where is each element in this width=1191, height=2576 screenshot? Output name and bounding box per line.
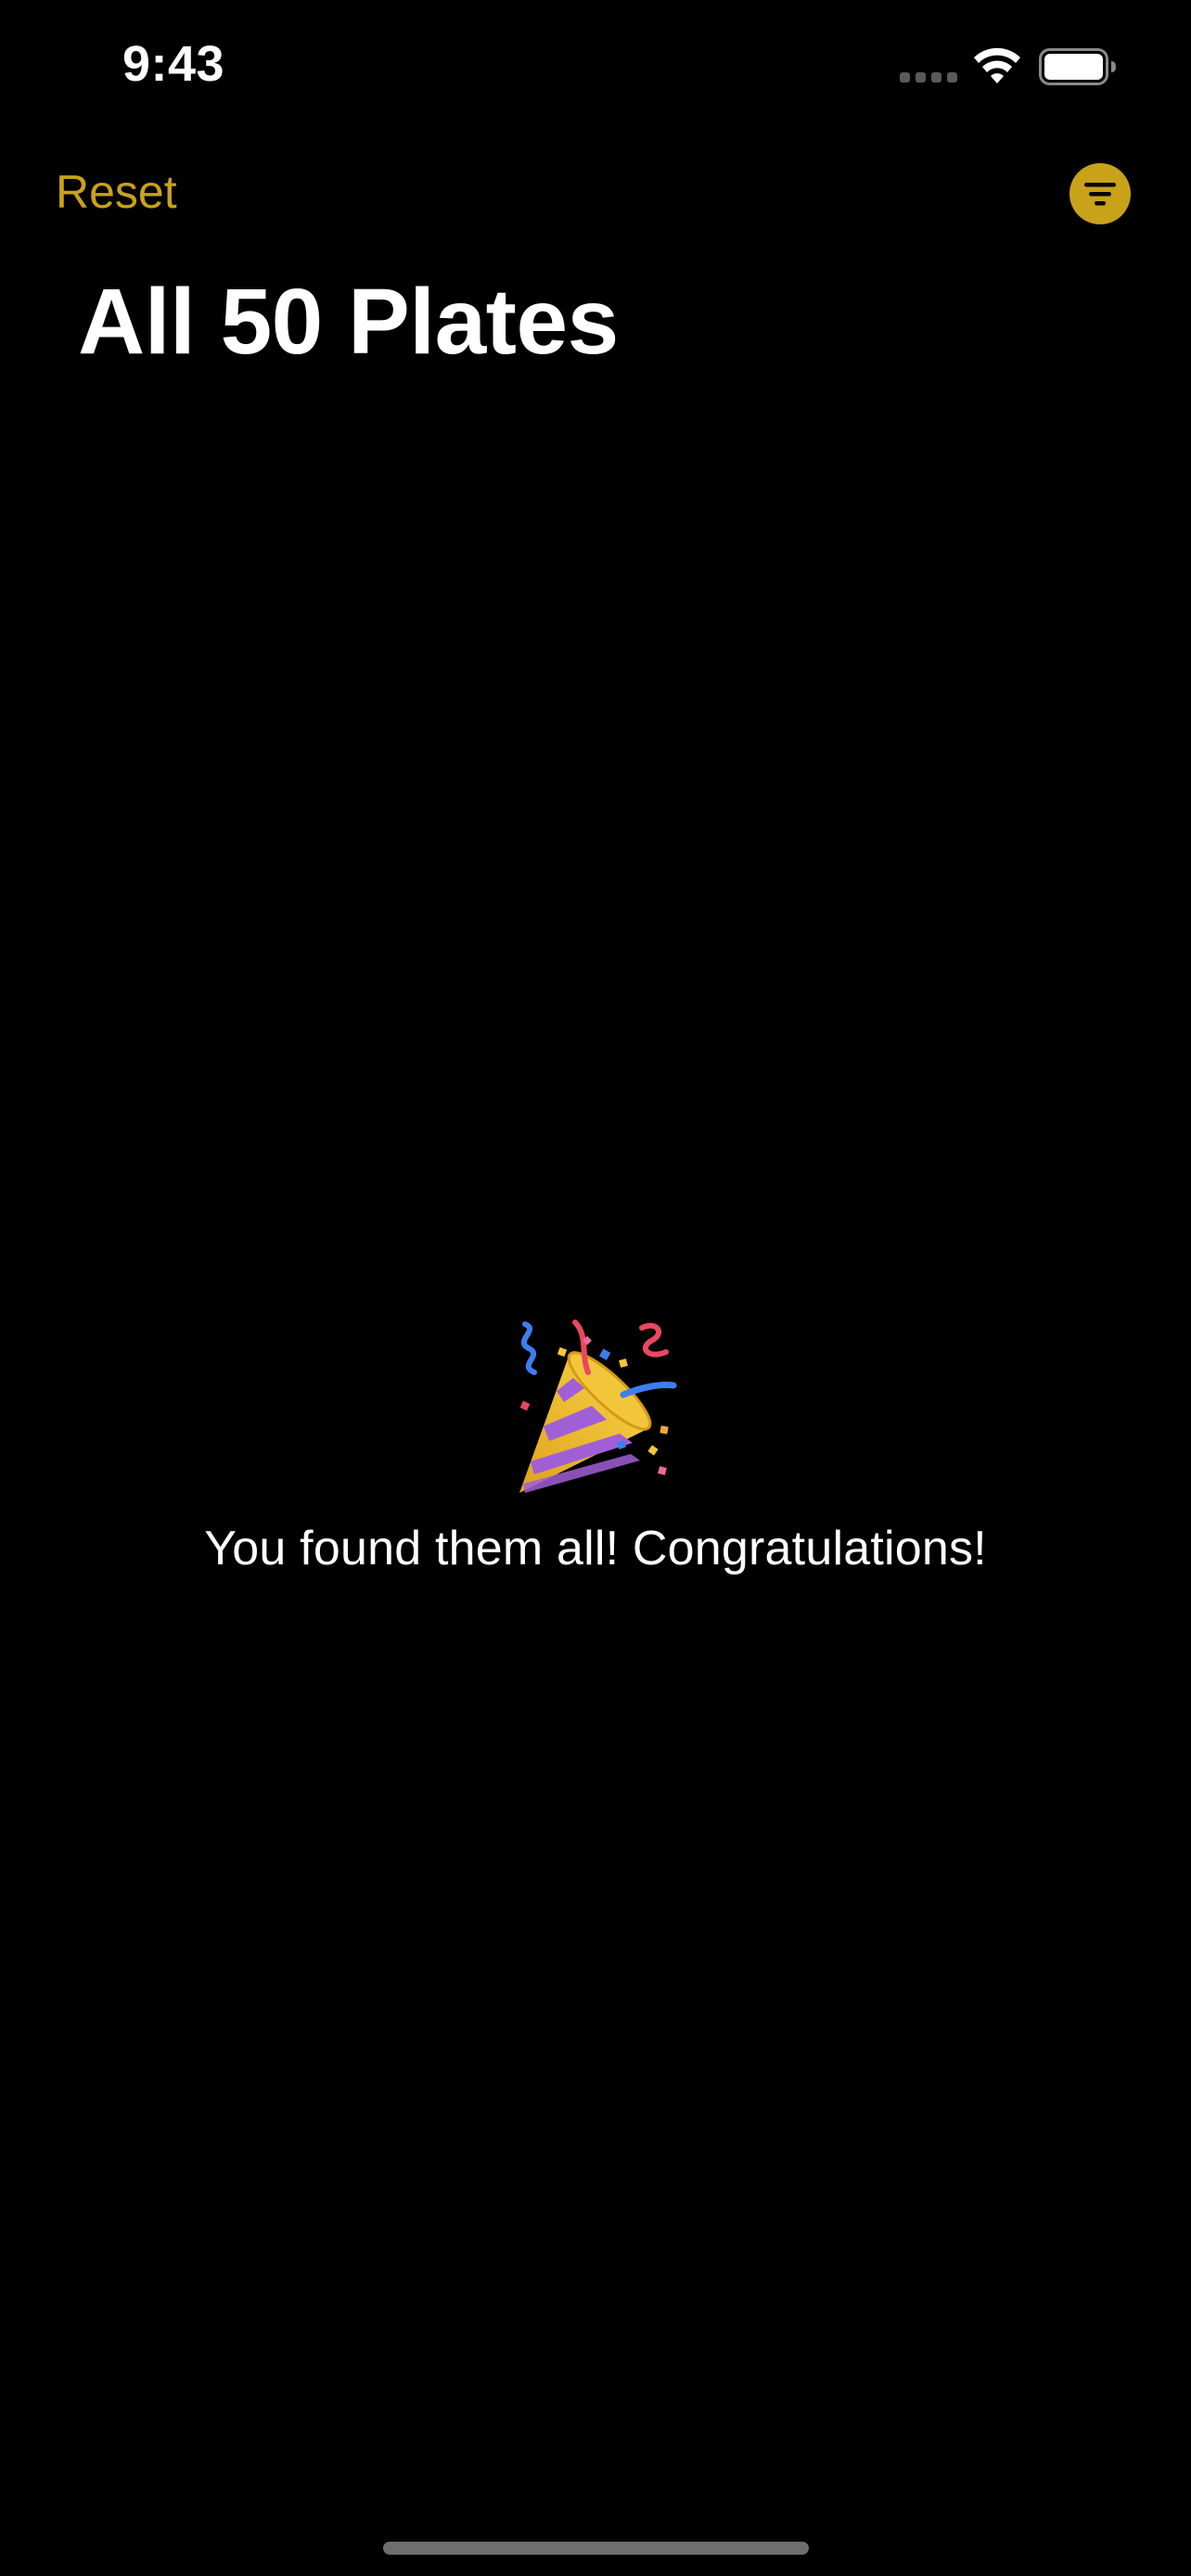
empty-state: You found them all! Congratulations! <box>0 1317 1191 1576</box>
filter-button[interactable] <box>1069 163 1131 224</box>
party-popper-icon <box>519 1320 677 1493</box>
status-bar: 9:43 <box>0 0 1191 130</box>
reset-button[interactable]: Reset <box>56 165 177 219</box>
cellular-signal-icon <box>900 72 959 83</box>
wifi-icon <box>974 47 1020 83</box>
home-indicator[interactable] <box>383 2542 809 2555</box>
battery-icon <box>1039 48 1116 85</box>
navigation-bar <box>0 148 1191 241</box>
page-title: All 50 Plates <box>78 270 619 374</box>
congratulations-message: You found them all! Congratulations! <box>204 1522 987 1575</box>
status-time: 9:43 <box>122 36 225 92</box>
filter-icon <box>1084 183 1116 206</box>
